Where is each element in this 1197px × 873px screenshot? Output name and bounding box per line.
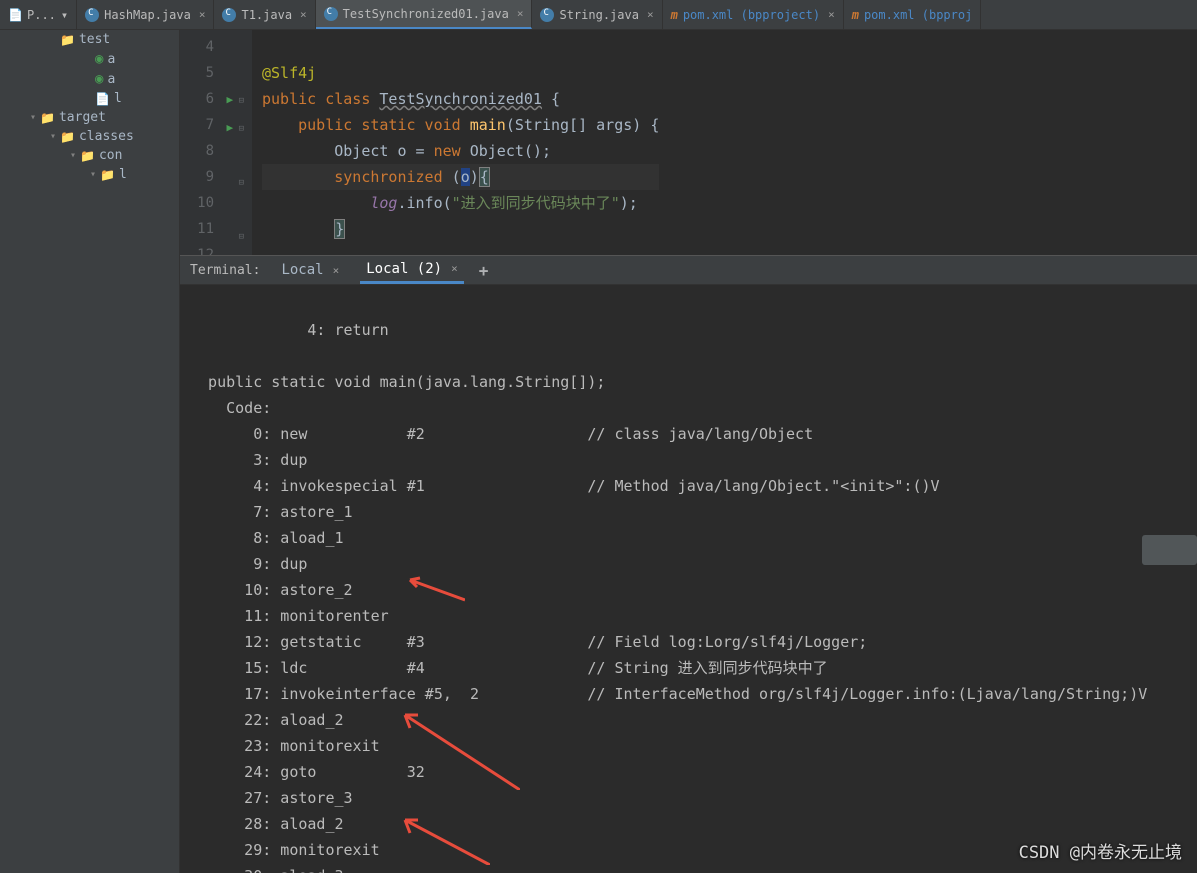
java-icon xyxy=(85,8,99,22)
code-line[interactable] xyxy=(262,34,659,60)
maven-icon: m xyxy=(671,8,678,22)
fold-icon[interactable]: ⊟ xyxy=(239,178,244,188)
close-icon[interactable]: × xyxy=(300,8,307,21)
tree-item-label: classes xyxy=(79,129,134,144)
code-line[interactable]: } xyxy=(262,216,659,242)
terminal-label: Terminal: xyxy=(190,263,260,278)
chevron-icon[interactable]: ▾ xyxy=(30,112,36,123)
close-icon[interactable]: × xyxy=(451,262,458,275)
chevron-icon[interactable]: ▾ xyxy=(50,131,56,142)
java-icon xyxy=(324,7,338,21)
chevron-down-icon: ▾ xyxy=(61,8,68,22)
tree-item[interactable]: ◉a xyxy=(0,69,179,89)
terminal-text: 4: return public static void main(java.l… xyxy=(190,321,1147,873)
code-line[interactable]: synchronized (o){ xyxy=(262,164,659,190)
folder-icon: 📁 xyxy=(80,149,95,163)
tree-item-label: l xyxy=(119,167,127,182)
close-icon[interactable]: × xyxy=(333,264,340,277)
folder-icon: 📁 xyxy=(60,130,75,144)
code-line[interactable]: log.info("进入到同步代码块中了"); xyxy=(262,190,659,216)
editor-tabs: 📄P...▾ HashMap.java× T1.java× TestSynchr… xyxy=(0,0,1197,30)
close-icon[interactable]: × xyxy=(647,8,654,21)
tree-item-label: a xyxy=(107,52,115,67)
file-icon: 📄 xyxy=(8,8,22,22)
folder-icon: 📁 xyxy=(100,168,115,182)
java-icon xyxy=(540,8,554,22)
terminal-tab-local[interactable]: Local× xyxy=(275,258,345,282)
tree-item[interactable]: 📁 test xyxy=(0,30,179,49)
maven-icon: m xyxy=(852,8,859,22)
tab-t1[interactable]: T1.java× xyxy=(214,0,315,29)
project-tree[interactable]: 📁test◉a◉a📄l▾📁target▾📁classes▾📁con▾📁l xyxy=(0,30,180,873)
code-line[interactable]: @Slf4j xyxy=(262,60,659,86)
tree-item-label: l xyxy=(114,91,122,106)
folder-icon: 📁 xyxy=(60,33,75,47)
add-terminal-button[interactable]: + xyxy=(479,261,489,280)
tab-pom1[interactable]: mpom.xml (bpproject)× xyxy=(663,0,844,29)
tree-item-label: a xyxy=(107,72,115,87)
code-line[interactable]: Object o = new Object(); xyxy=(262,138,659,164)
tab-hashmap[interactable]: HashMap.java× xyxy=(77,0,214,29)
terminal-output[interactable]: 4: return public static void main(java.l… xyxy=(180,285,1197,873)
annotation-icon: ◉ xyxy=(95,51,103,67)
fold-icon[interactable]: ⊟ xyxy=(233,96,244,106)
tab-testsync[interactable]: TestSynchronized01.java× xyxy=(316,0,533,29)
watermark: CSDN @内卷永无止境 xyxy=(1019,838,1182,863)
close-icon[interactable]: × xyxy=(517,7,524,20)
tree-item[interactable]: ▾ 📁 con xyxy=(0,146,179,165)
chevron-icon[interactable]: ▾ xyxy=(90,169,96,180)
fold-icon[interactable]: ⊟ xyxy=(233,124,244,134)
chevron-icon[interactable]: ▾ xyxy=(70,150,76,161)
tree-item[interactable]: ▾ 📁 l xyxy=(0,165,179,184)
close-icon[interactable]: × xyxy=(828,8,835,21)
annotation-icon: ◉ xyxy=(95,71,103,87)
tree-item[interactable]: ▾ 📁 classes xyxy=(0,127,179,146)
close-icon[interactable]: × xyxy=(199,8,206,21)
terminal-tab-local2[interactable]: Local (2)× xyxy=(360,257,463,284)
code-line[interactable]: public static void main(String[] args) { xyxy=(262,112,659,138)
fold-icon[interactable]: ⊟ xyxy=(239,232,244,242)
tree-item[interactable]: ▾ 📁 target xyxy=(0,108,179,127)
tree-item-label: target xyxy=(59,110,106,125)
folder-icon: 📁 xyxy=(40,111,55,125)
annotation-arrow xyxy=(405,575,465,605)
tree-item-label: test xyxy=(79,32,110,47)
code-editor[interactable]: 456789101112 ▶ ⊟▶ ⊟ ⊟ ⊟ @Slf4jpublic cla… xyxy=(180,30,1197,255)
tab-pom2[interactable]: mpom.xml (bpproj xyxy=(844,0,982,29)
code-line[interactable]: public class TestSynchronized01 { xyxy=(262,86,659,112)
annotation-arrow xyxy=(400,815,490,865)
tab-string[interactable]: String.java× xyxy=(532,0,662,29)
java-icon xyxy=(222,8,236,22)
terminal-tab-bar: Terminal: Local× Local (2)× + xyxy=(180,255,1197,285)
scrollbar-handle[interactable] xyxy=(1142,535,1197,565)
tab-file[interactable]: 📄P...▾ xyxy=(0,0,77,29)
file-icon: 📄 xyxy=(95,92,110,106)
tree-item-label: con xyxy=(99,148,122,163)
editor-gutter: 456789101112 ▶ ⊟▶ ⊟ ⊟ ⊟ xyxy=(180,30,252,255)
tree-item[interactable]: 📄l xyxy=(0,89,179,108)
tree-item[interactable]: ◉a xyxy=(0,49,179,69)
